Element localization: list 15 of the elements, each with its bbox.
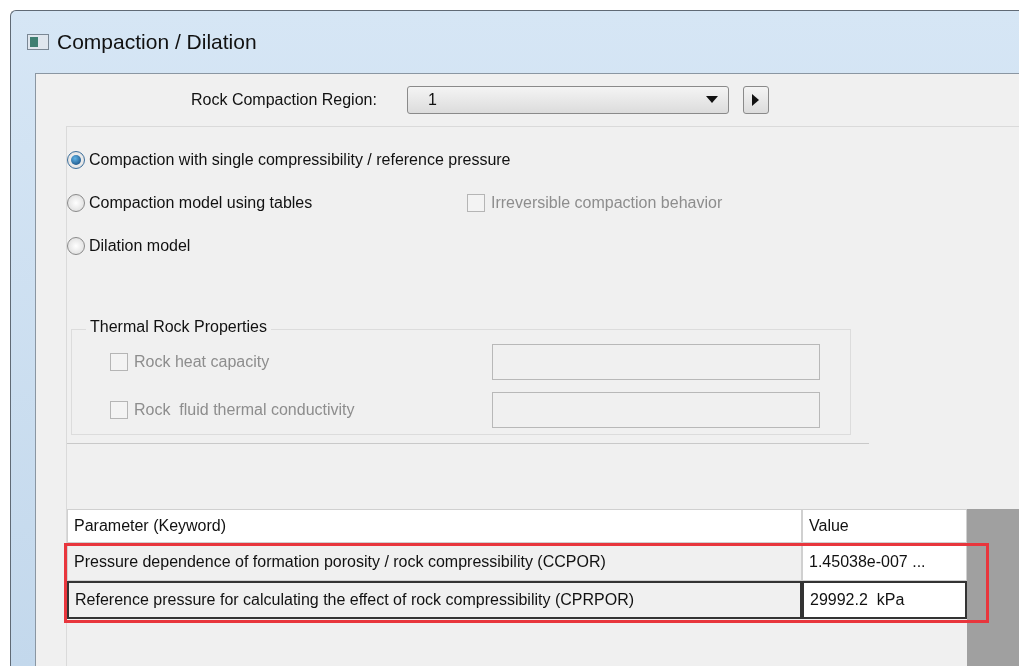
column-header: Parameter (Keyword) (67, 509, 802, 543)
region-label: Rock Compaction Region: (191, 91, 377, 109)
window-title: Compaction / Dilation (57, 30, 257, 54)
region-dropdown[interactable]: 1 (406, 86, 729, 114)
model-radio-button[interactable]: Compaction model using tables (67, 194, 467, 212)
table-cell[interactable]: 29992.2 kPa (802, 581, 967, 619)
group-title: Thermal Rock Properties (86, 318, 271, 336)
triangle-right-icon (751, 94, 760, 106)
caret-icon (705, 96, 718, 104)
table-cell: Reference pressure for calculating the effect of rock compressibility (CPRPOR) (67, 581, 802, 619)
model-radio-button[interactable]: Dilation model (67, 237, 467, 255)
next-button[interactable] (742, 86, 769, 114)
model-radio-button[interactable]: Compaction with single compressibility / reference pressure (67, 151, 511, 169)
column-header: Value (802, 509, 967, 543)
window-icon (27, 34, 49, 50)
